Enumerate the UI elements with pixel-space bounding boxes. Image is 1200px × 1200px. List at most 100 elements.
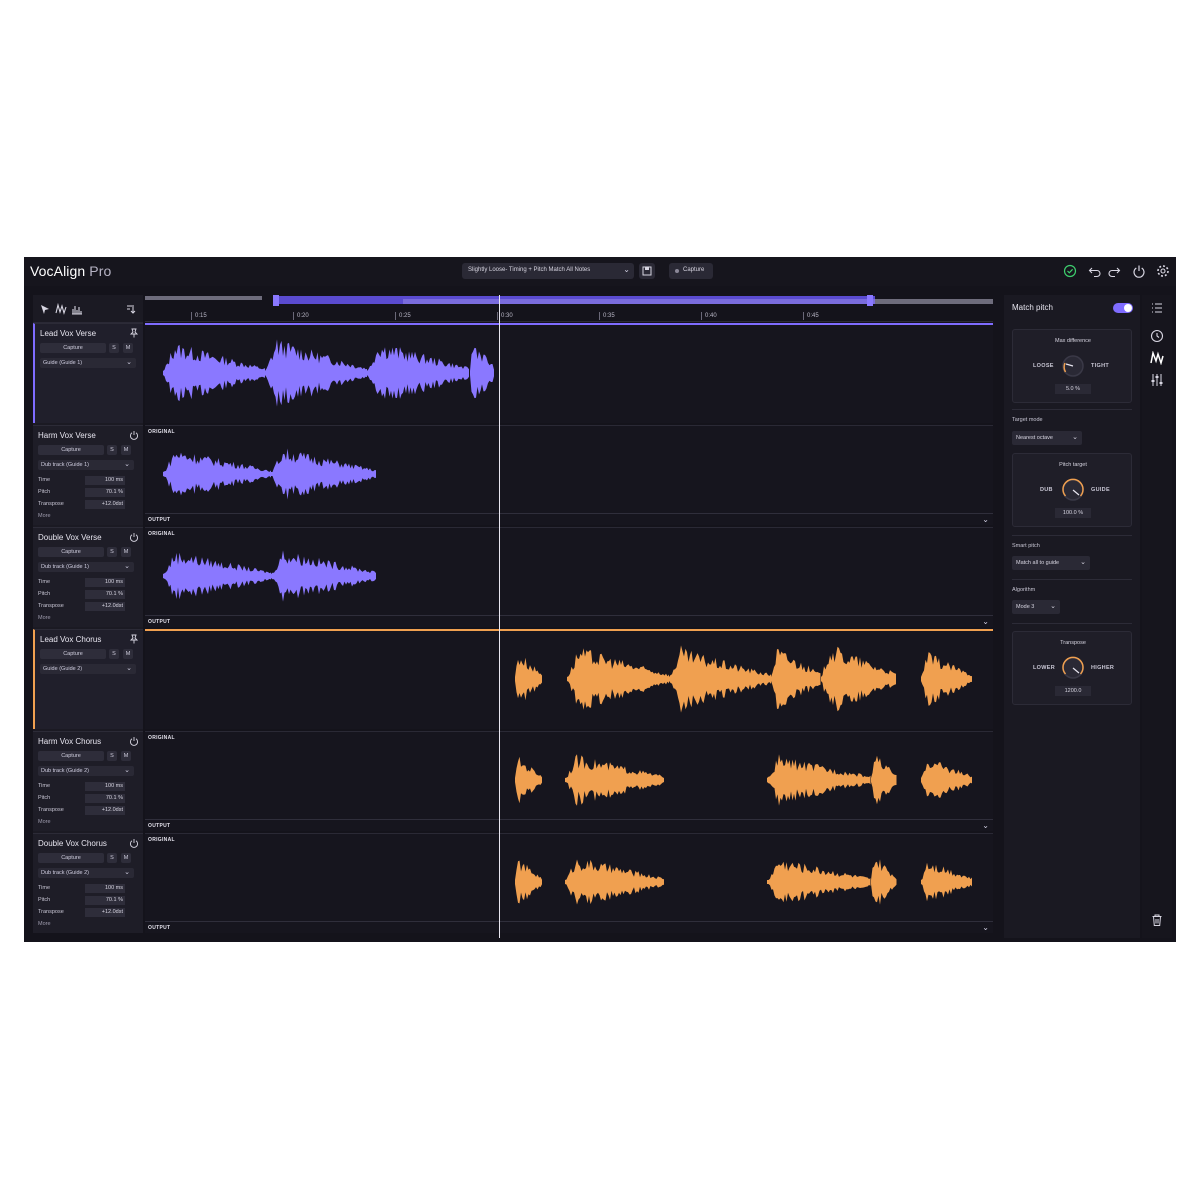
playhead[interactable]	[499, 295, 500, 938]
max-difference-field[interactable]: 5.0 %	[1055, 384, 1091, 394]
sliders-icon[interactable]	[1150, 373, 1164, 387]
transpose-knob[interactable]	[1061, 656, 1085, 680]
max-difference-knob[interactable]	[1061, 354, 1085, 378]
solo-button[interactable]: S	[107, 853, 117, 863]
pitch-field[interactable]: 70.1 %	[85, 896, 125, 905]
pitch-target-field[interactable]: 100.0 %	[1055, 508, 1091, 518]
route-dropdown[interactable]: Dub track (Guide 1) ⌄	[38, 460, 134, 470]
mute-button[interactable]: M	[123, 649, 133, 659]
capture-button[interactable]: Capture	[38, 445, 104, 455]
solo-button[interactable]: S	[109, 649, 119, 659]
lane-lead-vox-chorus[interactable]	[145, 629, 993, 729]
smart-pitch-label: Smart pitch	[1012, 543, 1040, 549]
capture-button[interactable]: Capture	[38, 547, 104, 557]
mute-button[interactable]: M	[123, 343, 133, 353]
more-link[interactable]: More	[38, 615, 51, 621]
algorithm-dropdown[interactable]: Mode 3 ⌄	[1012, 600, 1060, 614]
mute-button[interactable]: M	[121, 751, 131, 761]
route-dropdown[interactable]: Dub track (Guide 2) ⌄	[38, 868, 134, 878]
pitch-field[interactable]: 70.1 %	[85, 488, 125, 497]
power-icon[interactable]	[129, 838, 139, 848]
lane-lead-vox-verse[interactable]	[145, 323, 993, 423]
transpose-field[interactable]: +12.0dst	[85, 806, 125, 815]
pitch-field[interactable]: 70.1 %	[85, 590, 125, 599]
gear-icon[interactable]	[1156, 264, 1170, 278]
chevron-down-icon[interactable]: ⌄	[982, 923, 989, 932]
pin-icon[interactable]	[129, 328, 139, 338]
track-double-vox-verse[interactable]: Double Vox Verse Capture S M Dub track (…	[33, 527, 143, 627]
chevron-down-icon: ⌄	[623, 265, 630, 274]
chevron-down-icon[interactable]: ⌄	[982, 821, 989, 830]
chevron-down-icon[interactable]: ⌄	[982, 515, 989, 524]
chevron-down-icon[interactable]: ⌄	[982, 617, 989, 626]
route-dropdown[interactable]: Dub track (Guide 1) ⌄	[38, 562, 134, 572]
more-link[interactable]: More	[38, 513, 51, 519]
overview-handle-right[interactable]	[867, 295, 873, 306]
solo-button[interactable]: S	[107, 751, 117, 761]
pitch-field[interactable]: 70.1 %	[85, 794, 125, 803]
pitch-target-knob[interactable]	[1061, 478, 1085, 502]
power-icon[interactable]	[129, 532, 139, 542]
smart-pitch-dropdown[interactable]: Match all to guide ⌄	[1012, 556, 1090, 570]
pin-icon[interactable]	[129, 634, 139, 644]
solo-button[interactable]: S	[107, 547, 117, 557]
capture-button[interactable]: Capture	[38, 751, 104, 761]
track-lead-vox-verse[interactable]: Lead Vox Verse Capture S M Guide (Guide …	[33, 323, 143, 423]
time-field[interactable]: 100 ms	[85, 782, 125, 791]
list-icon[interactable]	[1150, 301, 1164, 315]
track-lead-vox-chorus[interactable]: Lead Vox Chorus Capture S M Guide (Guide…	[33, 629, 143, 729]
lane-double-vox-verse[interactable]: ORIGINAL OUTPUT ⌄	[145, 527, 993, 627]
time-field[interactable]: 100 ms	[85, 476, 125, 485]
pointer-tool-icon[interactable]	[39, 303, 51, 315]
power-icon[interactable]	[129, 430, 139, 440]
pitch-icon[interactable]	[1150, 351, 1164, 365]
solo-button[interactable]: S	[107, 445, 117, 455]
capture-button[interactable]: Capture	[40, 343, 106, 353]
transpose-field[interactable]: +12.0dst	[85, 602, 125, 611]
preset-dropdown[interactable]: Slightly Loose- Timing + Pitch Match All…	[462, 263, 634, 279]
lane-harm-vox-chorus[interactable]: ORIGINAL OUTPUT ⌄	[145, 731, 993, 831]
overview-handle-left[interactable]	[273, 295, 279, 306]
target-mode-dropdown[interactable]: Nearest octave ⌄	[1012, 431, 1082, 445]
time-label: Time	[38, 783, 51, 789]
undo-icon[interactable]	[1088, 264, 1102, 278]
track-harm-vox-verse[interactable]: Harm Vox Verse Capture S M Dub track (Gu…	[33, 425, 143, 525]
capture-all-button[interactable]: Capture	[669, 263, 713, 279]
time-ruler[interactable]: 0:15 0:20 0:25 0:30 0:35 0:40 0:45	[145, 310, 993, 322]
clock-icon[interactable]	[1150, 329, 1164, 343]
ruler-tick: 0:25	[395, 312, 411, 320]
sort-tool-icon[interactable]	[125, 303, 137, 315]
waveform-tool-icon[interactable]	[55, 303, 67, 315]
trash-icon[interactable]	[1150, 913, 1164, 927]
timeline-overview[interactable]	[145, 295, 993, 307]
more-link[interactable]: More	[38, 921, 51, 927]
match-pitch-toggle[interactable]	[1113, 303, 1133, 313]
capture-button[interactable]: Capture	[40, 649, 106, 659]
capture-button[interactable]: Capture	[38, 853, 104, 863]
tool-bar	[33, 295, 143, 323]
track-double-vox-chorus[interactable]: Double Vox Chorus Capture S M Dub track …	[33, 833, 143, 933]
time-field[interactable]: 100 ms	[85, 578, 125, 587]
time-field[interactable]: 100 ms	[85, 884, 125, 893]
spectrum-tool-icon[interactable]	[71, 303, 83, 315]
lane-harm-vox-verse[interactable]: ORIGINAL OUTPUT ⌄	[145, 425, 993, 525]
solo-button[interactable]: S	[109, 343, 119, 353]
lane-double-vox-chorus[interactable]: ORIGINAL OUTPUT ⌄	[145, 833, 993, 933]
transpose-field[interactable]: +12.0dst	[85, 500, 125, 509]
track-harm-vox-chorus[interactable]: Harm Vox Chorus Capture S M Dub track (G…	[33, 731, 143, 831]
mute-button[interactable]: M	[121, 853, 131, 863]
status-ok-icon[interactable]	[1063, 264, 1077, 278]
route-dropdown[interactable]: Dub track (Guide 2) ⌄	[38, 766, 134, 776]
power-icon[interactable]	[1132, 264, 1146, 278]
waveform	[163, 448, 376, 500]
power-icon[interactable]	[129, 736, 139, 746]
save-preset-button[interactable]	[639, 263, 655, 279]
transpose-field[interactable]: 1200.0	[1055, 686, 1091, 696]
transpose-field[interactable]: +12.0dst	[85, 908, 125, 917]
mute-button[interactable]: M	[121, 445, 131, 455]
route-dropdown[interactable]: Guide (Guide 1) ⌄	[40, 358, 136, 368]
mute-button[interactable]: M	[121, 547, 131, 557]
route-dropdown[interactable]: Guide (Guide 2) ⌄	[40, 664, 136, 674]
redo-icon[interactable]	[1107, 264, 1121, 278]
more-link[interactable]: More	[38, 819, 51, 825]
